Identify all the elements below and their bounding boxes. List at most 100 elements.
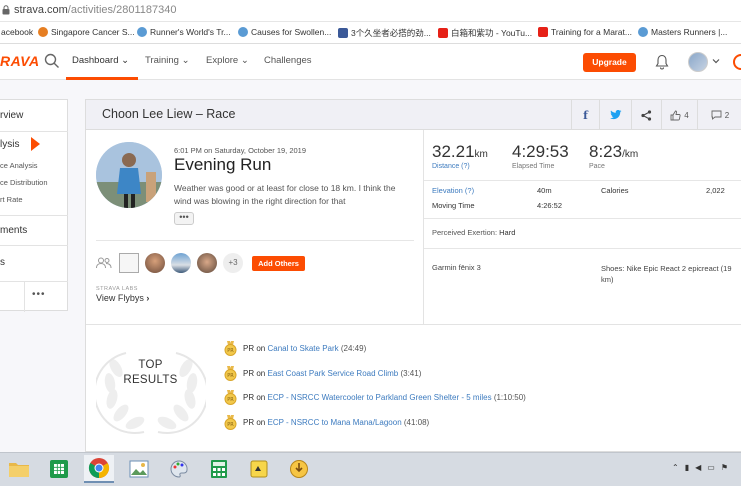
nav-explore[interactable]: Explore ⌄ — [206, 55, 249, 66]
chevron-down-icon: ⌄ — [121, 55, 130, 66]
network-icon[interactable]: ▮ — [685, 463, 689, 472]
athlete-photo[interactable] — [96, 142, 162, 208]
kudoer-avatar[interactable] — [119, 253, 139, 273]
segment-link[interactable]: ECP - NSRCC to Mana Mana/Lagoon — [268, 418, 402, 427]
sidebar-label: ments — [0, 225, 28, 236]
share-twitter-button[interactable] — [599, 100, 631, 130]
calories-value: 2,022 — [706, 186, 725, 195]
photos-taskbar-button[interactable] — [124, 455, 154, 483]
bookmark-5[interactable]: 白箱和紫功 - YouTu... — [438, 27, 532, 39]
kudoer-avatar[interactable] — [171, 253, 191, 273]
sidebar-item-laps[interactable]: s — [0, 246, 68, 282]
bookmark-label: acebook — [1, 27, 34, 37]
chrome-taskbar-button[interactable] — [84, 455, 114, 483]
sidebar-item-segments[interactable]: ments — [0, 216, 68, 246]
distance-label[interactable]: Distance (?) — [432, 163, 488, 170]
add-others-button[interactable]: Add Others — [252, 256, 305, 271]
more-kudos-badge[interactable]: +3 — [223, 253, 243, 273]
view-flybys-link[interactable]: View Flybys › — [96, 293, 149, 303]
chevron-down-icon[interactable] — [712, 57, 720, 65]
pace-unit: /km — [622, 149, 639, 160]
elevation-label[interactable]: Elevation (?) — [432, 186, 474, 195]
strava-logo[interactable]: RAVA — [0, 53, 40, 69]
more-options-icon[interactable]: ••• — [32, 289, 46, 300]
bookmark-2[interactable]: Runner's World's Tr... — [137, 27, 231, 37]
segment-time: (41:08) — [403, 418, 430, 427]
edit-icon[interactable] — [0, 291, 1, 301]
flag-icon[interactable]: ⚑ — [721, 463, 728, 472]
segment-link[interactable]: Canal to Skate Park — [268, 344, 339, 353]
bookmark-4[interactable]: 3个久坐者必搭的劲... — [338, 27, 431, 39]
sidebar-item-overview[interactable]: rview — [0, 100, 68, 132]
pr-on: on — [256, 344, 266, 353]
comments-button[interactable]: 2 — [697, 100, 741, 130]
comment-icon — [711, 110, 722, 120]
volume-icon[interactable]: ◀ — [695, 463, 701, 472]
excel-taskbar-button[interactable] — [44, 455, 74, 483]
nav-training[interactable]: Training ⌄ — [145, 55, 190, 66]
lock-icon — [2, 5, 10, 15]
share-facebook-button[interactable]: f — [571, 100, 599, 130]
upload-icon[interactable] — [733, 54, 741, 70]
distance-unit: km — [474, 149, 488, 160]
chevron-up-icon[interactable]: ⌃ — [672, 463, 679, 472]
sidebar-item-analysis[interactable]: lysis ce Analysis ce Distribution rt Rat… — [0, 132, 68, 216]
expand-description-button[interactable]: ••• — [174, 212, 194, 225]
sidebar-label: lysis — [0, 139, 20, 150]
file-explorer-taskbar-button[interactable] — [4, 455, 34, 483]
chevron-down-icon: ⌄ — [240, 55, 249, 66]
pace-value: 8:23 — [589, 142, 623, 161]
battery-icon[interactable]: ▭ — [707, 463, 715, 472]
facebook-icon — [338, 28, 348, 38]
activity-header: Choon Lee Liew – Race f 4 2 — [86, 100, 741, 130]
bell-icon[interactable] — [655, 54, 669, 70]
gold-medal-icon: PR — [224, 390, 237, 405]
facebook-icon: f — [583, 108, 588, 122]
activity-date: 6:01 PM on Saturday, October 19, 2019 — [174, 146, 307, 155]
paint-taskbar-button[interactable] — [164, 455, 194, 483]
nav-challenges[interactable]: Challenges — [264, 55, 312, 66]
app-taskbar-button[interactable] — [244, 455, 274, 483]
kudoer-avatar[interactable] — [197, 253, 217, 273]
bookmark-1[interactable]: Singapore Cancer S... — [38, 27, 135, 37]
calculator-taskbar-button[interactable] — [204, 455, 234, 483]
gold-medal-icon: PR — [224, 415, 237, 430]
stat-distance: 32.21km Distance (?) — [432, 142, 488, 170]
segment-link[interactable]: ECP - NSRCC Watercooler to Parkland Gree… — [268, 393, 492, 402]
bookmark-7[interactable]: Masters Runners |... — [638, 27, 727, 37]
device-name: Garmin fēnix 3 — [432, 263, 481, 272]
strava-labs-label: STRAVA LABS — [96, 286, 138, 292]
taskbar: ⌃ ▮ ◀ ▭ ⚑ — [0, 452, 741, 486]
kudoer-avatar[interactable] — [145, 253, 165, 273]
pr-label: PR — [243, 393, 255, 402]
upgrade-button[interactable]: Upgrade — [583, 53, 636, 72]
app-taskbar-button[interactable] — [284, 455, 314, 483]
segment-time: (24:49) — [340, 344, 367, 353]
calculator-icon — [211, 460, 227, 478]
url-text[interactable]: strava.com/activities/2801187340 — [14, 4, 176, 16]
shoes-value: Nike Epic React 2 epicreact (19 — [626, 264, 732, 273]
pr-label: PR — [243, 344, 255, 353]
elapsed-value: 4:29:53 — [512, 142, 569, 161]
bookmark-0[interactable]: acebook — [0, 27, 33, 37]
image-viewer-icon — [129, 460, 149, 478]
share-button[interactable] — [631, 100, 661, 130]
bookmarks-bar: acebook Singapore Cancer S... Runner's W… — [0, 22, 741, 44]
sidebar-subitem-pace-analysis[interactable]: ce Analysis — [0, 161, 38, 170]
avatar[interactable] — [688, 52, 708, 72]
nav-dashboard[interactable]: Dashboard ⌄ — [72, 55, 129, 66]
sidebar-subitem-heart-rate[interactable]: rt Rate — [0, 195, 23, 204]
address-bar[interactable]: strava.com/activities/2801187340 — [0, 0, 741, 22]
segment-link[interactable]: East Coast Park Service Road Climb — [268, 369, 399, 378]
moving-time-value: 4:26:52 — [537, 201, 563, 210]
chevron-down-icon: ⌄ — [181, 55, 190, 66]
bookmark-3[interactable]: Causes for Swollen... — [238, 27, 331, 37]
bookmark-6[interactable]: Training for a Marat... — [538, 27, 632, 37]
athlete-photo-image — [96, 142, 162, 208]
sidebar-label: s — [0, 257, 5, 268]
kudos-button[interactable]: 4 — [661, 100, 697, 130]
sidebar-subitem-pace-distribution[interactable]: ce Distribution — [0, 178, 48, 187]
svg-text:PR: PR — [227, 397, 234, 403]
search-icon[interactable] — [44, 53, 60, 69]
divider — [423, 130, 424, 324]
